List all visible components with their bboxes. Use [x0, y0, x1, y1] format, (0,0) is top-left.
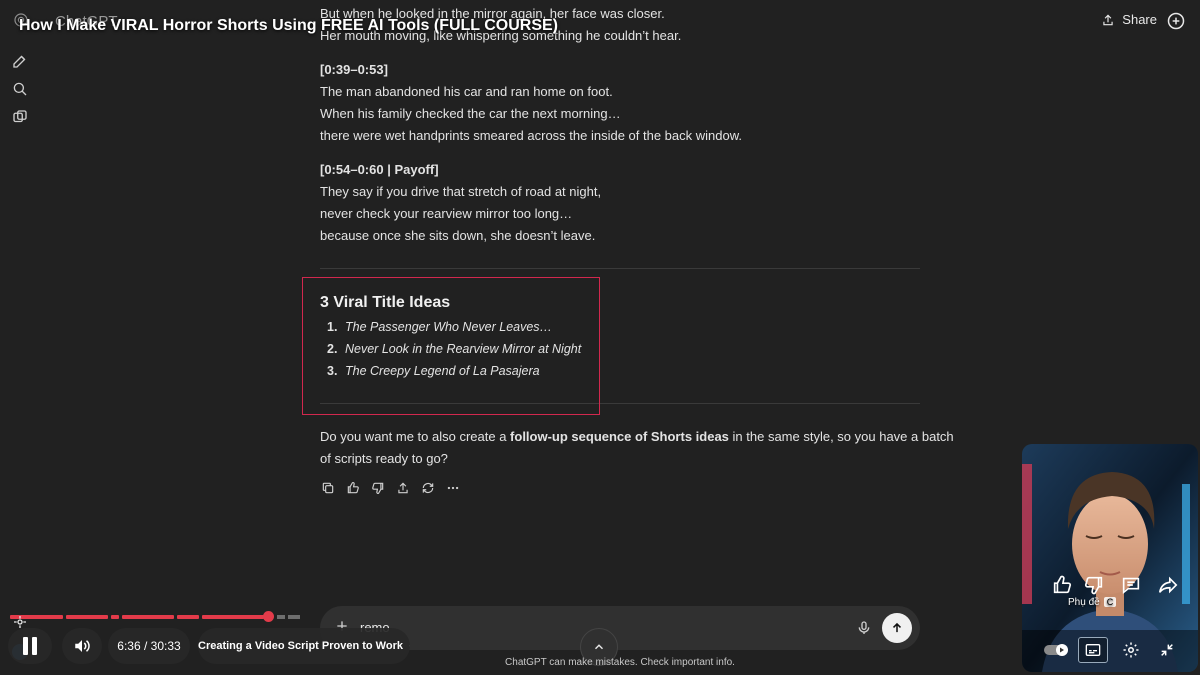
microphone-icon[interactable] [856, 619, 872, 637]
exit-fullscreen-button[interactable] [1154, 637, 1180, 663]
video-progress-bar[interactable] [10, 615, 300, 619]
message-composer [320, 606, 920, 650]
new-chat-icon[interactable] [11, 52, 29, 70]
thumbs-up-icon[interactable] [345, 480, 361, 496]
chevron-right-icon [409, 645, 410, 647]
share-button[interactable]: Share [1101, 12, 1157, 27]
copy-icon[interactable] [320, 480, 336, 496]
share-video-icon[interactable] [1157, 574, 1179, 596]
chevron-up-icon [595, 644, 603, 650]
message-line: When his family checked the car the next… [320, 106, 621, 121]
followup-line: Do you want me to also create a follow-u… [320, 429, 954, 444]
collapse-icon [1161, 644, 1173, 656]
send-button[interactable] [882, 613, 912, 643]
message-line: there were wet handprints smeared across… [320, 128, 743, 143]
toggle-icon [1044, 644, 1068, 656]
followup-line: of scripts ready to go? [320, 451, 448, 466]
options-circle-icon[interactable] [1166, 11, 1186, 31]
subtitles-icon [1085, 644, 1101, 656]
search-icon[interactable] [11, 80, 29, 98]
pause-button[interactable] [8, 628, 52, 664]
subtitles-button[interactable] [1078, 637, 1108, 663]
like-icon[interactable] [1051, 574, 1073, 596]
picture-in-picture-video[interactable]: Phụ đề C [1022, 444, 1198, 672]
message-line: The man abandoned his car and ran home o… [320, 84, 613, 99]
volume-icon [75, 640, 90, 652]
video-time: 6:36 / 30:33 [108, 628, 190, 664]
more-options-icon[interactable] [445, 480, 461, 496]
share-label: Share [1122, 12, 1157, 27]
library-icon[interactable] [11, 108, 29, 126]
highlight-box [302, 277, 600, 415]
captions-tooltip: Phụ đề C [1068, 597, 1117, 608]
settings-button[interactable] [1118, 637, 1144, 663]
comments-icon[interactable] [1120, 574, 1142, 596]
message-line: They say if you drive that stretch of ro… [320, 184, 602, 199]
arrow-up-icon [892, 622, 902, 633]
chapter-button[interactable]: Creating a Video Script Proven to Work [198, 628, 410, 664]
video-title[interactable]: How I Make VIRAL Horror Shorts Using FRE… [19, 17, 558, 35]
gear-icon [1123, 642, 1139, 658]
share-icon [1103, 14, 1113, 25]
pause-icon [23, 637, 37, 655]
thumbs-down-icon[interactable] [370, 480, 386, 496]
message-line: because once she sits down, she doesn’t … [320, 228, 596, 243]
share-response-icon[interactable] [395, 480, 411, 496]
message-line: never check your rearview mirror too lon… [320, 206, 573, 221]
volume-button[interactable] [62, 628, 102, 664]
section-heading: [0:54–0:60 | Payoff] [320, 162, 439, 177]
section-heading: [0:39–0:53] [320, 62, 388, 77]
regenerate-icon[interactable] [420, 480, 436, 496]
pip-controls [1022, 630, 1198, 672]
autoplay-toggle[interactable] [1042, 637, 1070, 663]
dislike-icon[interactable] [1083, 574, 1105, 596]
video-scrubber-handle[interactable] [263, 611, 274, 622]
divider [320, 268, 920, 269]
message-actions [320, 480, 461, 496]
chapter-label: Creating a Video Script Proven to Work [198, 640, 403, 652]
